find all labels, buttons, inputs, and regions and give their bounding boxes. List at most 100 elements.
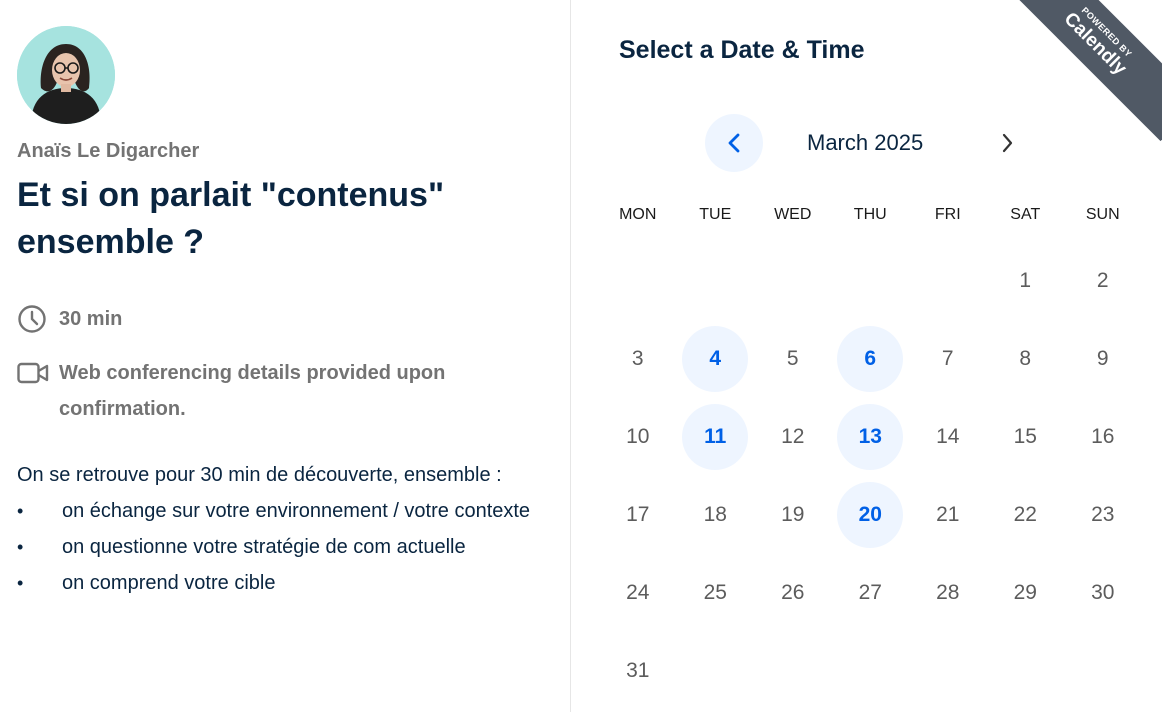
video-camera-icon <box>17 355 49 391</box>
weekday-header: MON TUE WED THU FRI SAT SUN <box>599 204 1145 226</box>
calendar-day-unavailable: 25 <box>677 554 755 632</box>
calendar-day-unavailable: 27 <box>832 554 910 632</box>
event-details-panel: Anaïs Le Digarcher Et si on parlait "con… <box>0 0 570 712</box>
calendar-day-number: 1 <box>1019 269 1032 292</box>
calendar-day-unavailable: 7 <box>909 320 987 398</box>
calendar-day-unavailable: 5 <box>754 320 832 398</box>
calendar-empty-slot <box>760 248 826 314</box>
calendar-day-number: 7 <box>941 347 954 370</box>
event-location: Web conferencing details provided upon c… <box>17 355 547 427</box>
calendar-empty-cell <box>677 242 755 320</box>
calendar-day-number: 17 <box>626 503 650 526</box>
calendar-day-number: 25 <box>703 581 727 604</box>
calendar-day-number: 24 <box>626 581 650 604</box>
calendar-day-number: 5 <box>786 347 799 370</box>
calendar-heading: Select a Date & Time <box>619 36 865 64</box>
calendar-day-unavailable: 10 <box>599 398 677 476</box>
calendar-day-grid: 1 2 3 4 5 6 7 8 9 10 11 12 13 14 15 16 17 18 19 20 21 22 23 24 2… <box>599 242 1145 710</box>
calendar-empty-slot <box>682 248 748 314</box>
calendar-day-unavailable: 16 <box>1064 398 1142 476</box>
calendar-day-number[interactable]: 6 <box>837 326 904 392</box>
calendar-day-unavailable: 29 <box>987 554 1065 632</box>
calendar-empty-slot <box>605 248 671 314</box>
weekday-label: FRI <box>934 206 961 223</box>
calendar-day-number: 22 <box>1013 503 1037 526</box>
avatar <box>17 26 115 124</box>
calendar-day-unavailable: 8 <box>987 320 1065 398</box>
calendar-day-number: 16 <box>1091 425 1115 448</box>
calendar-day-number: 26 <box>781 581 805 604</box>
calendar-day-number: 3 <box>631 347 644 370</box>
calendar-empty-cell <box>832 242 910 320</box>
weekday-label: MON <box>619 206 657 223</box>
calendar-day-unavailable: 26 <box>754 554 832 632</box>
calendar-day-available[interactable]: 11 <box>677 398 755 476</box>
weekday-label: SUN <box>1085 206 1120 223</box>
calendar-day-unavailable: 15 <box>987 398 1065 476</box>
calendar-day-number: 9 <box>1096 347 1109 370</box>
event-duration: 30 min <box>17 301 122 337</box>
event-title: Et si on parlait "contenus" ensemble ? <box>17 176 445 261</box>
calendar-day-unavailable: 30 <box>1064 554 1142 632</box>
calendar-day-number[interactable]: 20 <box>837 482 904 548</box>
month-label: March 2025 <box>807 130 924 155</box>
calendar-day-number: 10 <box>626 425 650 448</box>
list-item: on échange sur votre environnement / vot… <box>17 493 547 529</box>
calendar-empty-cell <box>754 242 832 320</box>
weekday-label: SAT <box>1010 206 1041 223</box>
calendar-day-unavailable: 1 <box>987 242 1065 320</box>
calendar-day-number: 21 <box>936 503 960 526</box>
calendar-day-unavailable: 31 <box>599 632 677 710</box>
calendar-day-number: 18 <box>703 503 727 526</box>
calendar-day-number: 27 <box>858 581 882 604</box>
duration-label: 30 min <box>59 308 123 330</box>
avatar-portrait-icon <box>17 26 115 124</box>
weekday-label: THU <box>853 206 887 223</box>
calendar-day-number: 31 <box>626 659 650 682</box>
calendar-day-unavailable: 2 <box>1064 242 1142 320</box>
organizer-name: Anaïs Le Digarcher <box>17 140 200 162</box>
calendar-empty-slot <box>915 248 981 314</box>
calendar-day-number[interactable]: 4 <box>682 326 749 392</box>
calendar-day-unavailable: 18 <box>677 476 755 554</box>
calendar-empty-cell <box>909 242 987 320</box>
month-navigation: March 2025 <box>705 114 1025 172</box>
calendar-day-number: 15 <box>1013 425 1037 448</box>
calendar-day-number: 12 <box>781 425 805 448</box>
calendar-day-available[interactable]: 13 <box>832 398 910 476</box>
description-list: on échange sur votre environnement / vot… <box>17 493 547 601</box>
calendar-panel: Select a Date & Time March 2025 MON TUE … <box>571 0 1162 712</box>
calendar-day-unavailable: 14 <box>909 398 987 476</box>
calendar-day-number: 19 <box>781 503 805 526</box>
calendar-day-unavailable: 17 <box>599 476 677 554</box>
clock-icon <box>17 301 49 337</box>
calendar-day-unavailable: 24 <box>599 554 677 632</box>
calendar-empty-cell <box>599 242 677 320</box>
calendar-day-unavailable: 3 <box>599 320 677 398</box>
calendar-day-unavailable: 28 <box>909 554 987 632</box>
weekday-label: TUE <box>699 206 732 223</box>
previous-month-button[interactable] <box>705 114 763 172</box>
calendar-day-available[interactable]: 6 <box>832 320 910 398</box>
calendar-day-number: 29 <box>1013 581 1037 604</box>
calendar-day-number[interactable]: 13 <box>837 404 904 470</box>
calendar-day-number: 8 <box>1019 347 1032 370</box>
calendar-day-number[interactable]: 11 <box>682 404 749 470</box>
calendar-day-number: 2 <box>1096 269 1109 292</box>
next-month-button[interactable] <box>987 114 1027 172</box>
calendar-empty-slot <box>837 248 903 314</box>
calendar-day-available[interactable]: 4 <box>677 320 755 398</box>
calendar-day-unavailable: 23 <box>1064 476 1142 554</box>
description-intro: On se retrouve pour 30 min de découverte… <box>17 464 502 486</box>
calendar-day-unavailable: 21 <box>909 476 987 554</box>
calendar-day-unavailable: 22 <box>987 476 1065 554</box>
location-label: Web conferencing details provided upon c… <box>59 362 446 420</box>
chevron-right-icon <box>1002 133 1013 153</box>
calendar-day-number: 30 <box>1091 581 1115 604</box>
chevron-left-icon <box>728 133 740 153</box>
calendar-day-unavailable: 9 <box>1064 320 1142 398</box>
calendar-day-available[interactable]: 20 <box>832 476 910 554</box>
calendar-day-unavailable: 19 <box>754 476 832 554</box>
list-item: on comprend votre cible <box>17 565 547 601</box>
calendar-day-number: 28 <box>936 581 960 604</box>
